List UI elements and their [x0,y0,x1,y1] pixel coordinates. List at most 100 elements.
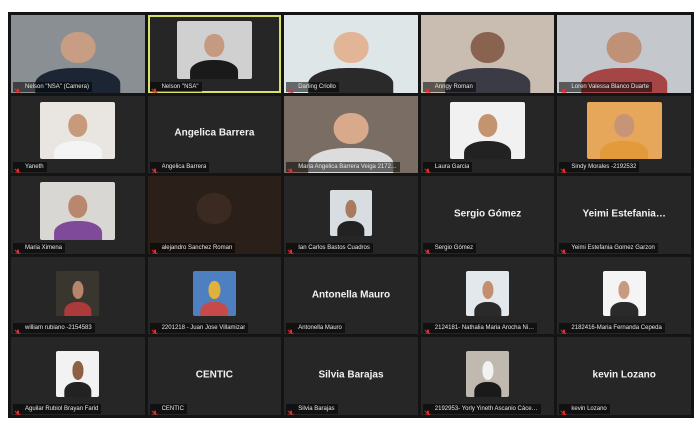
participant-tile[interactable]: Silvia Barajas Silvia Barajas [284,337,418,415]
participant-tile[interactable]: 2182416-Maria Fernanda Cepeda [557,256,691,335]
participant-display-name: Angelica Barrera [174,127,255,139]
participant-name-label: Aguilar Rubiol Brayan Farid [13,403,102,415]
participant-name-label: Angelica Barrera [149,162,210,174]
participant-tile[interactable]: 2201218 - Juan Jose Villamizar [147,256,282,335]
person-body [473,301,502,317]
participant-video [40,101,116,160]
microphone-muted-icon [560,163,568,174]
person-silhouette [587,102,662,160]
participant-tile[interactable]: Maria Angelica Barrera Veiga 2172… [284,95,418,174]
person-head [72,361,84,380]
participant-name-label: Loren Valessa Blanco Duarte [559,81,652,93]
participant-name: 2182416-Maria Fernanda Cepeda [571,325,662,332]
participant-tile[interactable]: 2124181- Nathalia Maria Arocha Ni… [420,256,555,335]
participant-tile[interactable]: Aguilar Rubiol Brayan Farid [11,337,145,415]
microphone-muted-icon [424,324,432,335]
participant-tile[interactable]: Loren Valessa Blanco Duarte [557,15,691,93]
participant-tile[interactable]: Yaneth [11,95,145,174]
participant-tile[interactable]: 2192953- Yorly Yineth Ascanio Cáce… [420,337,555,415]
participant-name: alejandro Sanchez Roman [161,244,233,251]
person-silhouette [177,21,252,79]
participant-name-label: Ian Carlos Bastos Cuadros [286,242,373,254]
person-head [482,280,494,300]
participant-tile[interactable]: Yeimi Estefania… Yeimi Estefania Gomez Ga… [557,176,691,254]
participant-name-label: CENTIC [149,403,187,415]
participant-tile[interactable]: william rubiano -2154583 [11,256,145,335]
person-body [64,382,92,397]
participant-name-label: 2192953- Yorly Yineth Ascanio Cáce… [422,403,541,415]
participant-name-label: Sindy Morales -2192532 [559,162,640,174]
microphone-muted-icon [151,405,159,415]
participant-name-label: Yaneth [13,162,47,174]
participant-name: Sindy Morales -2192532 [571,164,637,171]
microphone-muted-icon [151,244,159,254]
participant-tile[interactable]: Antonella Mauro Antonella Mauro [284,256,418,335]
participant-video [329,190,373,236]
participant-video [56,270,100,317]
participant-video [450,101,525,160]
participant-tile[interactable]: kevin Lozano kevin Lozano [557,337,691,415]
microphone-muted-icon [14,83,22,93]
participant-name-label: Maria Angelica Barrera Veiga 2172… [286,162,400,174]
microphone-muted-icon [424,244,432,254]
participant-video [602,270,646,317]
participant-name-label: william rubiano -2154583 [13,323,95,335]
participant-name: Antonella Mauro [298,325,342,332]
person-head [470,32,505,64]
participant-name: Loren Valessa Blanco Duarte [571,83,649,90]
participant-tile[interactable]: Maria Ximena [11,176,145,254]
microphone-muted-icon [287,83,295,93]
participant-name-label: kevin Lozano [559,403,610,415]
participant-tile[interactable]: Angelica Barrera Angelica Barrera [147,95,282,174]
microphone-muted-icon [424,163,432,174]
person-head [60,32,96,64]
person-silhouette [603,271,646,317]
participant-video [466,270,509,317]
participant-tile[interactable]: CENTIC CENTIC [147,337,282,415]
participant-tile[interactable]: Laura Garcia [420,95,555,174]
microphone-muted-icon [14,244,22,254]
video-gallery: Nelson "NSA" (Camera) Nelson "NSA" Darling… [8,12,694,418]
participant-display-name: Antonella Mauro [311,288,391,300]
participant-tile[interactable]: Nelson "NSA" (Camera) [11,15,145,93]
participant-tile[interactable]: alejandro Sanchez Roman [147,176,282,254]
microphone-muted-icon [14,163,22,174]
microphone-muted-icon [14,405,22,415]
person-body [473,382,502,397]
participant-video [56,351,100,397]
participant-name: Laura Garcia [434,164,470,171]
person-head [482,361,494,380]
participant-name: Angelica Barrera [161,164,207,171]
participant-name: Silvia Barajas [298,405,335,412]
person-head [204,33,225,57]
person-head [618,280,630,300]
person-head [606,32,642,64]
participant-display-name: Silvia Barajas [318,369,384,381]
participant-name-label: Maria Ximena [13,242,66,254]
participant-name: kevin Lozano [571,405,607,412]
participant-tile[interactable]: Anngy Roman [420,15,555,93]
person-head [197,193,232,225]
microphone-muted-icon [151,83,159,93]
participant-display-name: CENTIC [195,369,233,381]
person-head [333,32,369,64]
person-silhouette [40,182,115,240]
participant-tile[interactable]: Sindy Morales -2192532 [557,95,691,174]
person-body [190,60,239,79]
participant-name-label: Silvia Barajas [286,403,338,415]
person-head [614,114,634,138]
participant-tile[interactable]: Sergio Gómez Sergio Gómez [420,176,555,254]
participant-tile[interactable]: Ian Carlos Bastos Cuadros [284,176,418,254]
microphone-muted-icon [287,405,295,415]
microphone-muted-icon [287,244,295,254]
participant-video [40,182,116,240]
person-silhouette [330,190,373,236]
participant-tile[interactable]: Nelson "NSA" [147,15,282,93]
person-head [68,114,88,138]
microphone-muted-icon [560,405,568,415]
participant-tile[interactable]: Darling Criollo [284,15,418,93]
microphone-muted-icon [424,83,432,93]
participant-name-label: Antonella Mauro [286,323,345,335]
participant-name: Darling Criollo [298,83,336,90]
person-head [72,280,84,300]
